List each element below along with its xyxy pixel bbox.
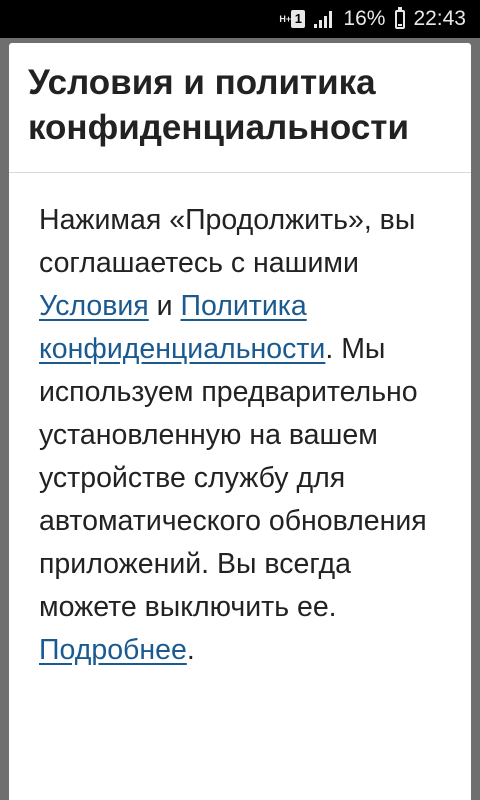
message-text-details: . Мы используем предварительно установле… — [39, 333, 427, 623]
dialog-title: Условия и политика конфиденциальности — [28, 63, 409, 147]
status-icons: H+ 1 16% 22:43 — [279, 0, 466, 38]
message-text-and: и — [148, 290, 181, 322]
message-text-end: . — [186, 634, 195, 666]
clock: 22:43 — [413, 7, 466, 30]
mobile-data-icon: H+ 1 — [279, 10, 306, 28]
network-type-label: H+ — [279, 13, 292, 24]
learn-more-link[interactable]: Подробнее — [39, 634, 187, 666]
signal-strength-icon — [314, 11, 333, 28]
dialog-message: Нажимая «Продолжить», вы соглашаетесь с … — [9, 173, 471, 672]
battery-icon — [395, 6, 406, 29]
battery-percent: 16% — [343, 7, 386, 30]
message-text-intro: Нажимая «Продолжить», вы соглашаетесь с … — [39, 204, 416, 279]
terms-link[interactable]: Условия — [39, 290, 149, 322]
sim-slot-badge: 1 — [291, 10, 306, 28]
terms-dialog: Условия и политика конфиденциальности На… — [9, 43, 471, 800]
status-bar: H+ 1 16% 22:43 — [0, 0, 480, 38]
